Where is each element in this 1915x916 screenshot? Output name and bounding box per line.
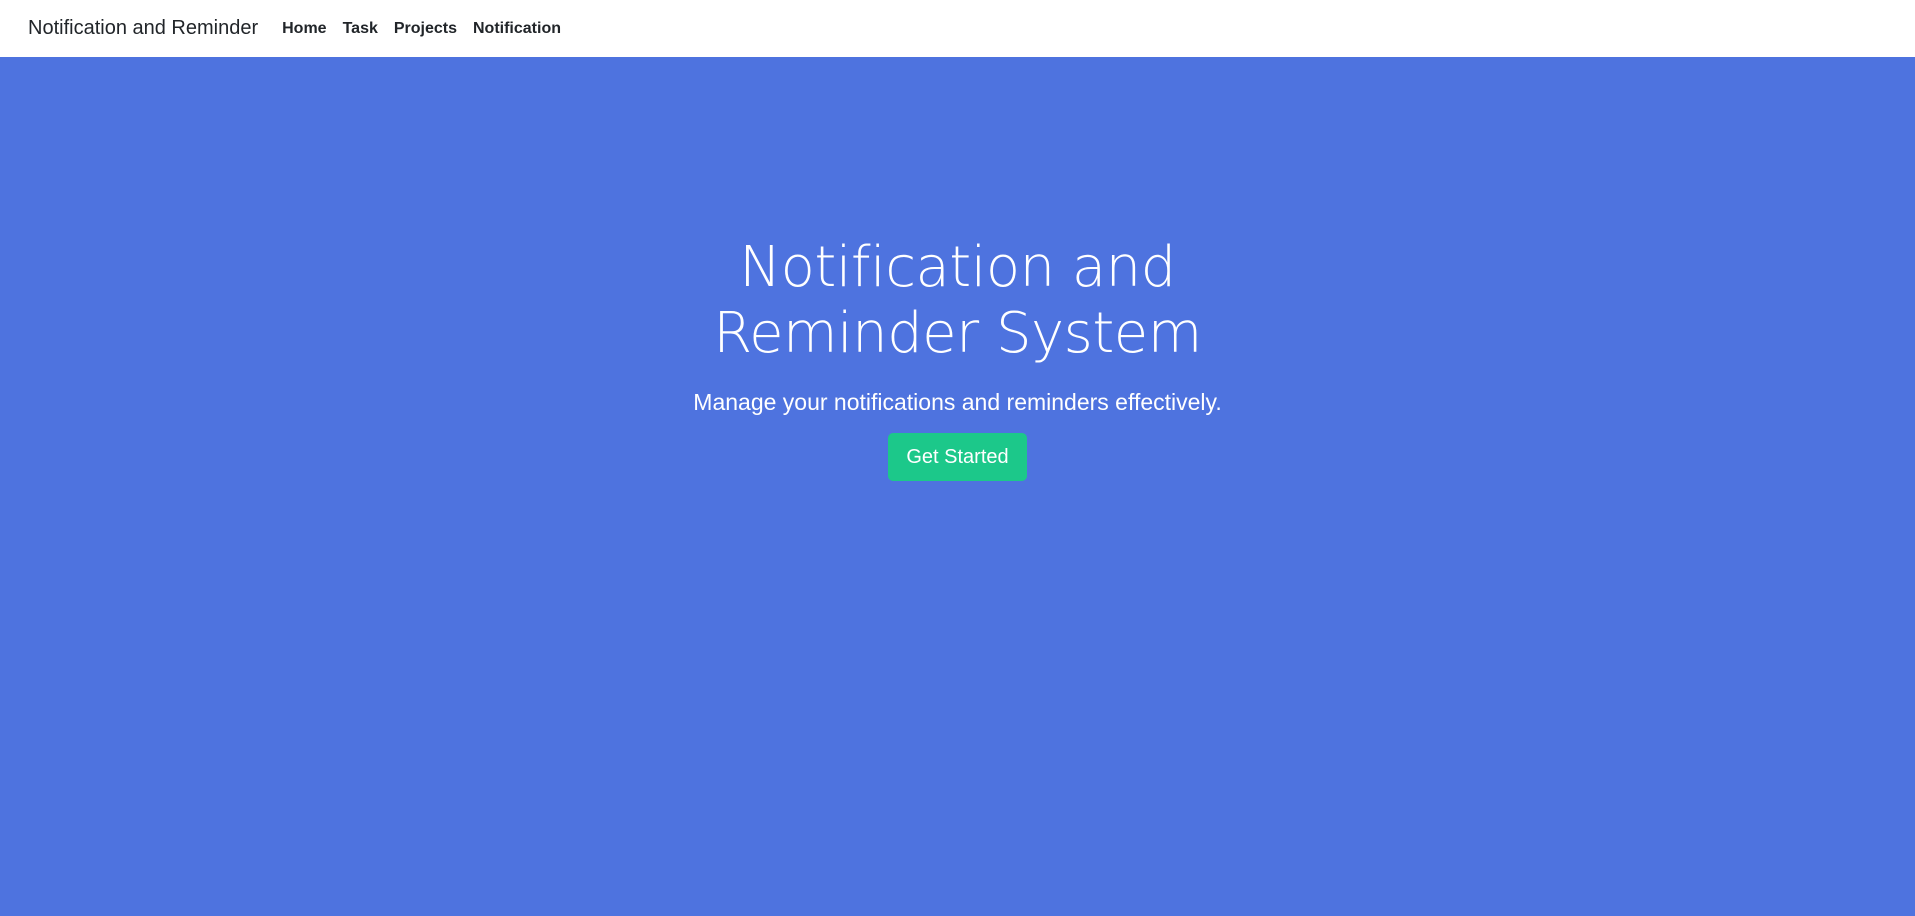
nav-item-task: Task xyxy=(343,20,394,38)
nav-links: Home Task Projects Notification xyxy=(282,20,577,38)
top-navbar: Notification and Reminder Home Task Proj… xyxy=(0,0,1915,57)
navbar-brand[interactable]: Notification and Reminder xyxy=(28,17,258,40)
nav-link-notification[interactable]: Notification xyxy=(473,20,561,37)
nav-item-notification: Notification xyxy=(473,20,577,38)
nav-item-home: Home xyxy=(282,20,342,38)
hero-subtitle: Manage your notifications and reminders … xyxy=(693,389,1222,415)
nav-link-projects[interactable]: Projects xyxy=(394,20,457,37)
get-started-button[interactable]: Get Started xyxy=(888,433,1027,481)
hero-content: Notification and Reminder System Manage … xyxy=(0,235,1915,481)
hero-title: Notification and Reminder System xyxy=(713,235,1202,366)
hero-section: Notification and Reminder System Manage … xyxy=(0,57,1915,916)
nav-link-home[interactable]: Home xyxy=(282,20,326,37)
nav-item-projects: Projects xyxy=(394,20,473,38)
nav-link-task[interactable]: Task xyxy=(343,20,378,37)
